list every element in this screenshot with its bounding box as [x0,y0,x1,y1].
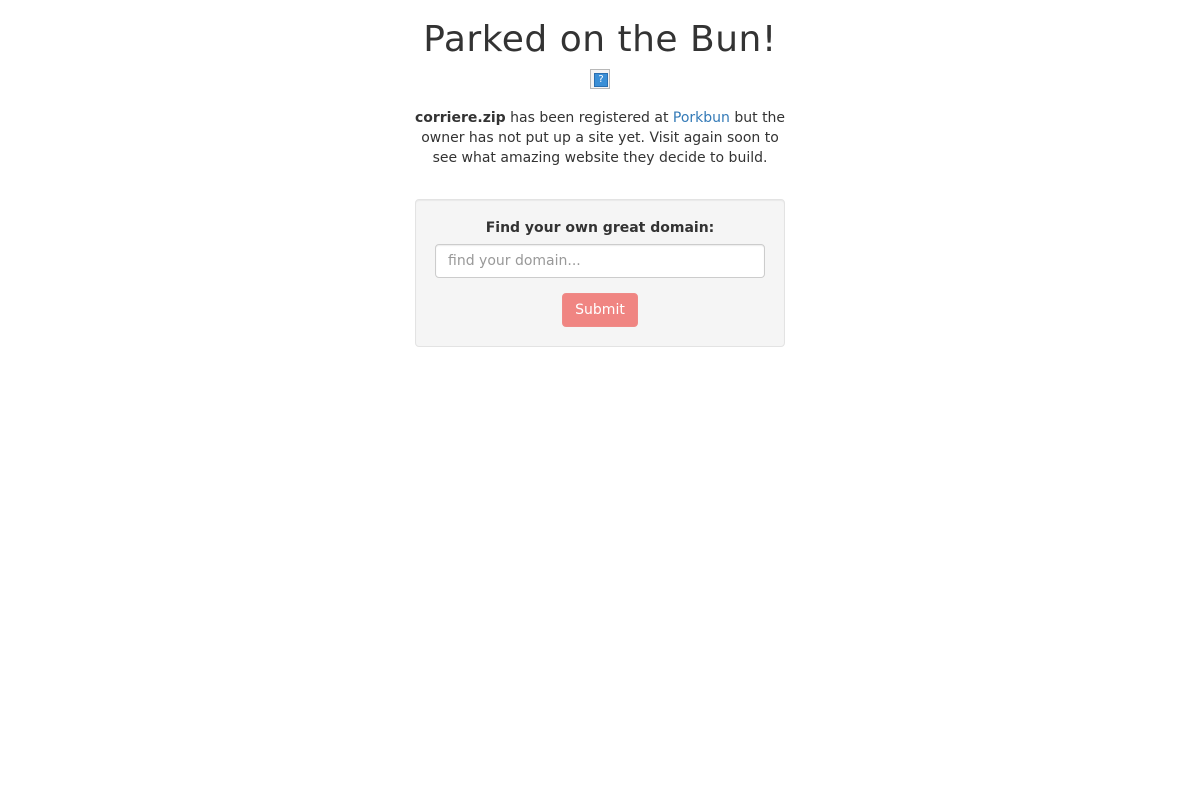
broken-image-icon: ? [590,69,610,89]
parked-page: Parked on the Bun! ? corriere.zip has be… [0,0,1200,800]
porkbun-link[interactable]: Porkbun [673,110,730,126]
message-text-before-link: has been registered at [505,110,673,126]
parking-message: corriere.zip has been registered at Pork… [410,108,790,168]
domain-search-panel: Find your own great domain: Submit [415,199,785,347]
question-mark-icon: ? [594,73,608,87]
domain-name: corriere.zip [414,110,506,126]
domain-search-input[interactable] [435,244,765,278]
domain-search-label: Find your own great domain: [485,220,715,236]
page-title: Parked on the Bun! [423,19,777,60]
submit-button[interactable]: Submit [562,293,638,327]
